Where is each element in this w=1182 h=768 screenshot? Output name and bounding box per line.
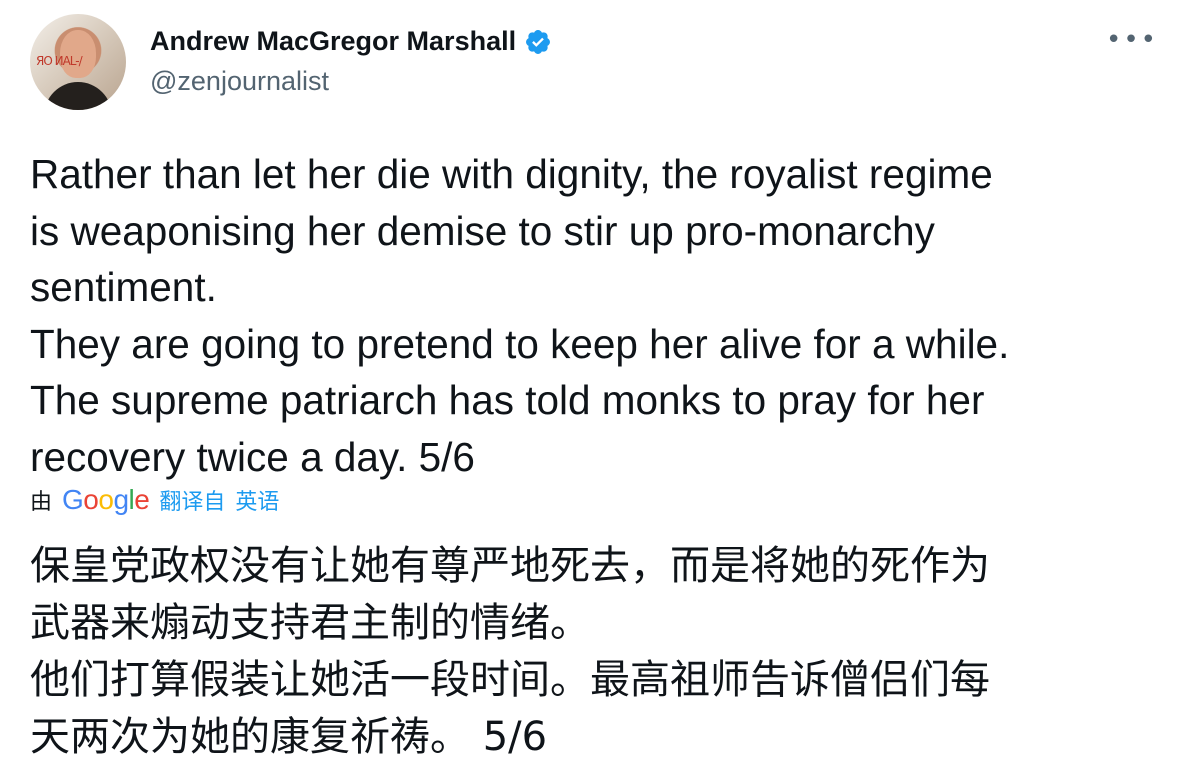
tweet-card: ЯО ИAL-/ Andrew MacGregor Marshall @zenj…: [0, 0, 1182, 768]
avatar-shirt: [44, 82, 112, 110]
google-logo: Google: [62, 484, 150, 515]
tweet-line: The supreme patriarch has told monks to …: [30, 377, 985, 423]
avatar-background-text: ЯО ИAL-/: [36, 54, 83, 68]
tweet-line: Rather than let her die with dignity, th…: [30, 151, 993, 197]
tweet-line: recovery twice a day. 5/6: [30, 433, 475, 480]
source-language-link[interactable]: 英语: [235, 484, 279, 516]
translate-from-link[interactable]: 翻译自: [159, 484, 225, 516]
author-handle[interactable]: @zenjournalist: [150, 66, 329, 97]
tweet-text: Rather than let her die with dignity, th…: [30, 146, 1160, 485]
author-name-row[interactable]: Andrew MacGregor Marshall: [150, 26, 552, 57]
translated-by-label: 由: [30, 490, 53, 515]
tweet-line: They are going to pretend to keep her al…: [30, 320, 1010, 367]
avatar[interactable]: ЯО ИAL-/: [30, 14, 126, 110]
translation-line: 保皇党政权没有让她有尊严地死去，而是将她的死作为: [30, 543, 990, 589]
translated-text: 保皇党政权没有让她有尊严地死去，而是将她的死作为 武器来煽动支持君主制的情绪。 …: [30, 538, 1160, 766]
translation-line: 他们打算假装让她活一段时间。最高祖师告诉僧侣们每: [30, 657, 990, 703]
verified-badge-icon: [526, 29, 551, 54]
tweet-line: sentiment.: [30, 264, 217, 310]
tweet-line: is weaponising her demise to stir up pro…: [30, 207, 935, 254]
translation-line: 武器来煽动支持君主制的情绪。: [30, 600, 590, 646]
more-horizontal-icon[interactable]: •••: [1106, 27, 1158, 53]
author-display-name[interactable]: Andrew MacGregor Marshall: [150, 26, 516, 57]
translation-attribution: 由 Google 翻译自 英语: [30, 484, 279, 516]
translation-line: 天两次为她的康复祈祷。 5/6: [30, 714, 548, 760]
